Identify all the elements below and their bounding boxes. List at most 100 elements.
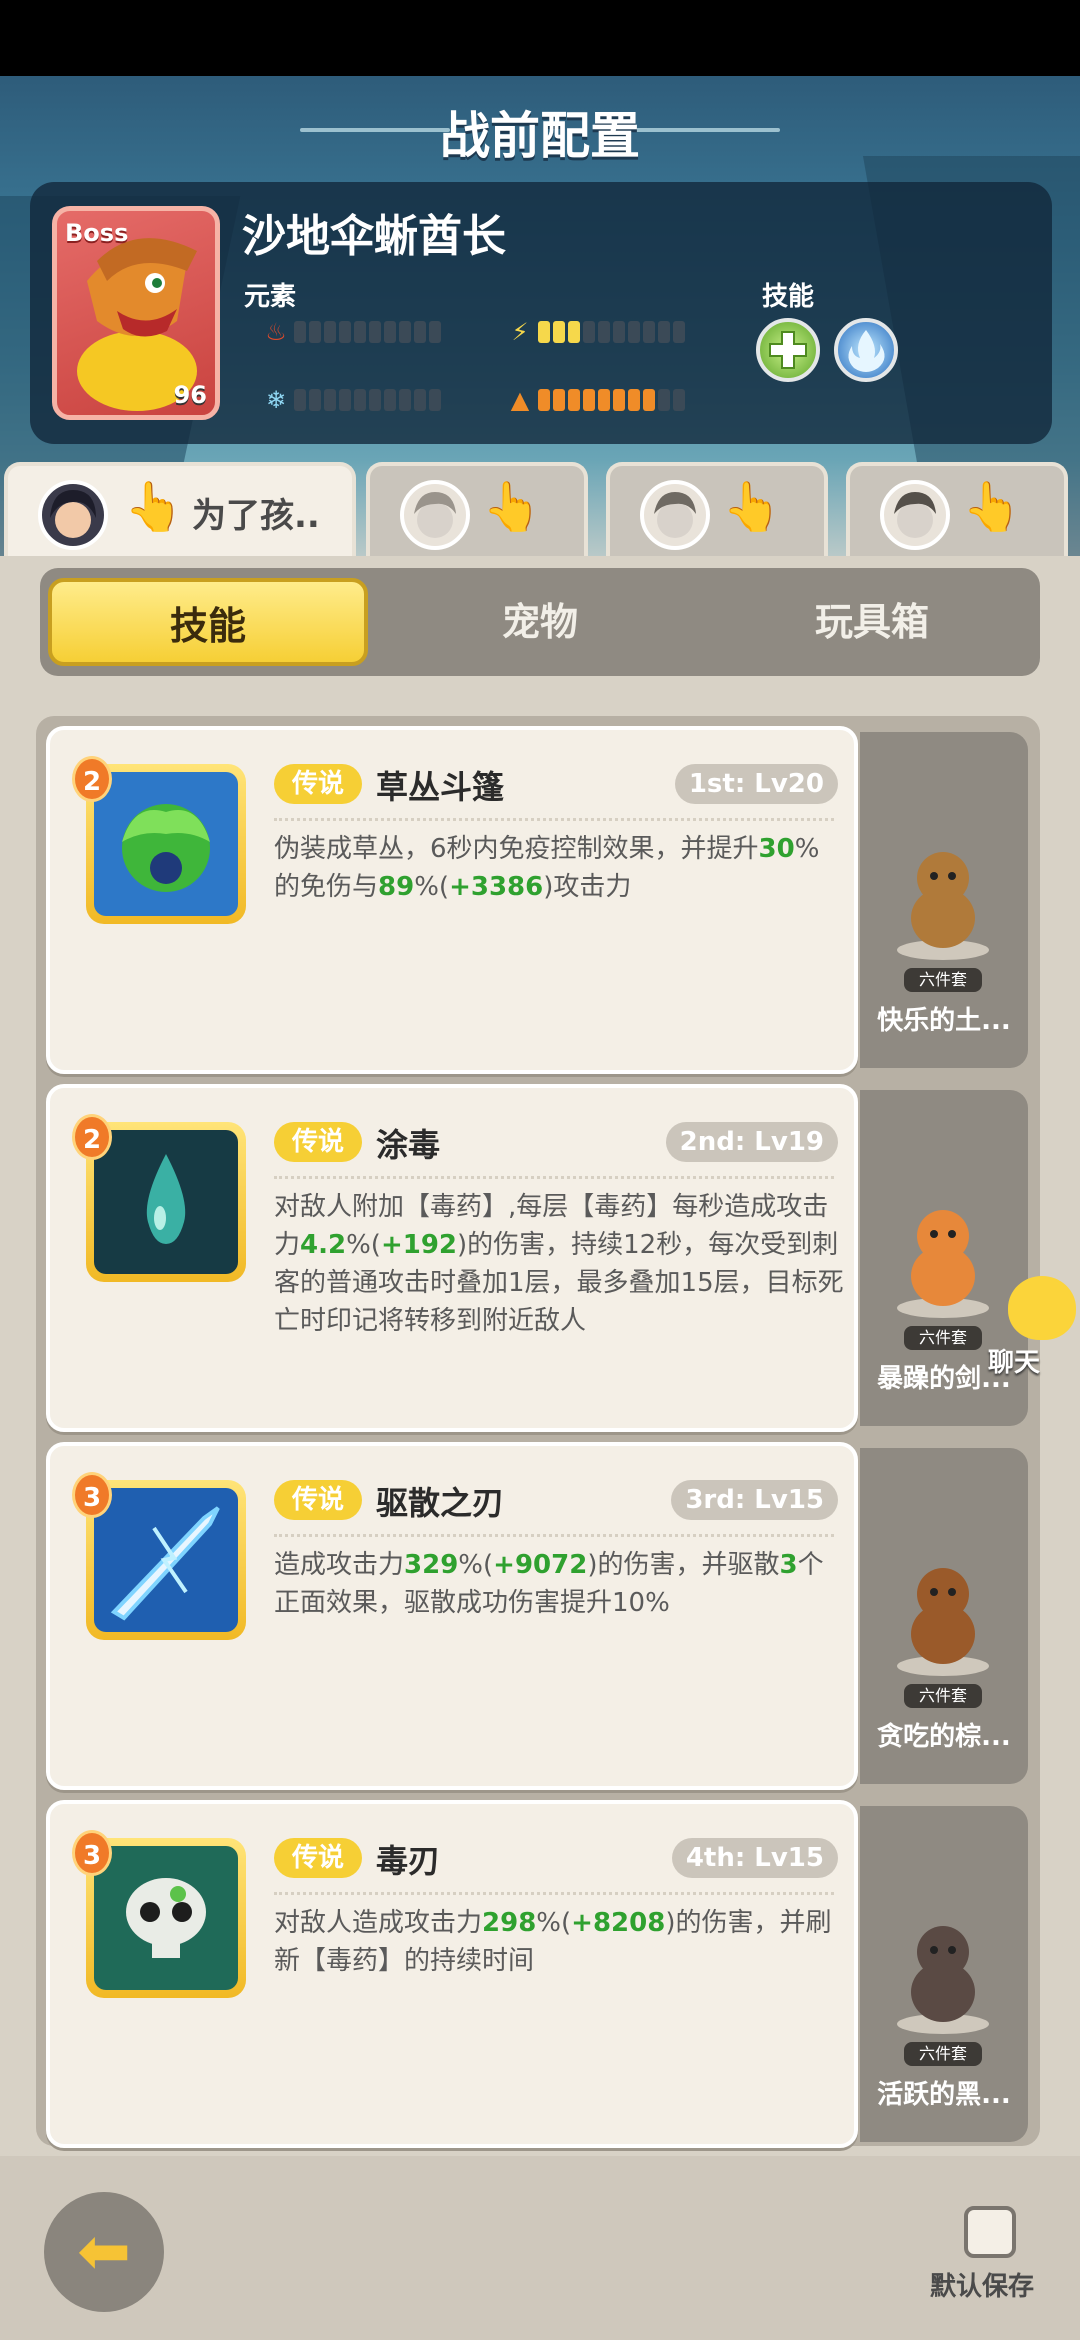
divider: [274, 1892, 834, 1895]
fire-element-bar: [294, 318, 441, 346]
tab-skills[interactable]: 技能: [48, 578, 368, 666]
element-bar-segment: [384, 321, 396, 343]
element-bar-segment: [354, 321, 366, 343]
tab-toybox[interactable]: 玩具箱: [712, 578, 1032, 666]
description-text: %(: [346, 1230, 381, 1260]
element-bar-segment: [673, 321, 685, 343]
chat-bubble-icon: [1008, 1276, 1076, 1340]
default-save-checkbox[interactable]: [964, 2206, 1016, 2258]
skill-rank-badge: 3: [72, 1830, 112, 1876]
skill-icon: [94, 1488, 238, 1632]
element-bar-segment: [613, 321, 625, 343]
tap-hand-icon: 👆: [124, 479, 184, 535]
description-text: %(: [536, 1908, 572, 1938]
pet-slot[interactable]: 六件套 快乐的土...: [860, 732, 1028, 1068]
skill-card[interactable]: 3 传说 驱散之刃 3rd: Lv15 造成攻击力329%(+9072)的伤害，并驱散3…: [46, 1442, 858, 1790]
hero-avatar-4: [880, 480, 950, 550]
pet-name: 活跃的黑...: [877, 2080, 1011, 2110]
skill-card[interactable]: 2 传说 草丛斗篷 1st: Lv20 伪装成草丛，6秒内免疫控制效果，并提升30%的免…: [46, 726, 858, 1074]
pet-set-tag: 六件套: [904, 2042, 982, 2066]
element-bar-segment: [583, 389, 595, 411]
element-bar-segment: [538, 389, 550, 411]
pet-figure-icon: [888, 832, 998, 962]
element-bar-segment: [553, 389, 565, 411]
skill-description: 对敌人造成攻击力298%(+8208)的伤害，并刷新【毒药】的持续时间: [274, 1904, 844, 1980]
highlight-value: 3: [779, 1550, 798, 1580]
element-bar-segment: [399, 321, 411, 343]
highlight-value: +3386: [449, 872, 544, 902]
tap-hand-icon: 👆: [962, 479, 1022, 535]
ice-element-bar: [294, 386, 441, 414]
skill-rank-badge: 3: [72, 1472, 112, 1518]
boss-level: 96: [173, 381, 207, 409]
hero-avatar-1: [38, 480, 108, 550]
earth-element-bar: [538, 386, 685, 414]
element-bar-segment: [658, 321, 670, 343]
back-arrow-icon: ⬅: [77, 2215, 131, 2289]
pet-name: 贪吃的棕...: [877, 1722, 1011, 1752]
highlight-value: 329: [404, 1550, 459, 1580]
lightning-icon: ⚡: [511, 318, 529, 346]
back-button[interactable]: ⬅: [44, 2192, 164, 2312]
skill-card[interactable]: 2 传说 涂毒 2nd: Lv19 对敌人附加【毒药】,每层【毒药】每秒造成攻击力4.2…: [46, 1084, 858, 1432]
description-text: 伪装成草丛，6秒内免疫控制效果，并提升: [274, 834, 759, 864]
element-bar-segment: [294, 389, 306, 411]
pet-slot[interactable]: 六件套活跃的黑...: [860, 1806, 1028, 2142]
hero-tab-2[interactable]: 👆: [366, 462, 588, 558]
pet-figure-icon: [888, 1906, 998, 2036]
pet-figure-icon: [888, 1548, 998, 1678]
element-bar-segment: [658, 389, 670, 411]
hero-avatar-2: [400, 480, 470, 550]
element-bar-segment: [369, 321, 381, 343]
description-text: )攻击力: [543, 872, 632, 902]
element-bar-segment: [324, 321, 336, 343]
skill-card[interactable]: 3 传说 毒刃 4th: Lv15 对敌人造成攻击力298%(+8208)的伤害，并刷新…: [46, 1800, 858, 2148]
element-bar-segment: [429, 389, 441, 411]
heal-cross-icon[interactable]: [756, 318, 820, 382]
hero-avatar-3: [640, 480, 710, 550]
element-bar-segment: [369, 389, 381, 411]
element-bar-segment: [339, 321, 351, 343]
skill-level: 1st: Lv20: [674, 764, 838, 804]
element-bar-segment: [309, 321, 321, 343]
skill-icon: [94, 1130, 238, 1274]
element-bar-segment: [598, 321, 610, 343]
element-bar-segment: [628, 321, 640, 343]
blue-flame-icon[interactable]: [834, 318, 898, 382]
element-bar-segment: [414, 389, 426, 411]
pet-name: 快乐的土...: [877, 1006, 1011, 1036]
tap-hand-icon: 👆: [482, 479, 542, 535]
element-bar-segment: [568, 389, 580, 411]
hero-tab-3[interactable]: 👆: [606, 462, 828, 558]
element-bar-segment: [553, 321, 565, 343]
boss-name: 沙地伞蜥酋长: [242, 211, 506, 262]
skill-rank-badge: 2: [72, 1114, 112, 1160]
description-text: %(: [414, 872, 450, 902]
element-bar-segment: [568, 321, 580, 343]
skill-level: 4th: Lv15: [671, 1838, 838, 1878]
divider: [274, 1534, 834, 1537]
pet-slot[interactable]: 六件套 贪吃的棕...: [860, 1448, 1028, 1784]
skill-name: 草丛斗篷: [376, 768, 505, 806]
hero-tab-4[interactable]: 👆: [846, 462, 1068, 558]
description-text: 对敌人造成攻击力: [274, 1908, 483, 1938]
tab-pets[interactable]: 宠物: [380, 578, 700, 666]
element-bar-segment: [414, 321, 426, 343]
description-text: 造成攻击力: [274, 1550, 405, 1580]
skill-icon: [94, 1846, 238, 1990]
skill-level: 3rd: Lv15: [671, 1480, 838, 1520]
boss-portrait[interactable]: Boss 96: [52, 206, 220, 420]
skill-description: 对敌人附加【毒药】,每层【毒药】每秒造成攻击力4.2%(+192)的伤害，持续1…: [274, 1188, 844, 1340]
element-bar-segment: [643, 389, 655, 411]
element-label: 元素: [244, 282, 297, 312]
highlight-value: 89: [378, 872, 415, 902]
default-save-label: 默认保存: [930, 2272, 1035, 2302]
element-bar-segment: [583, 321, 595, 343]
earth-icon: ▲: [510, 386, 530, 414]
page-title: 战前配置: [440, 107, 640, 165]
legendary-badge: 传说: [274, 1480, 362, 1520]
highlight-value: 4.2: [300, 1230, 347, 1260]
status-bar: [0, 0, 1080, 76]
element-bar-segment: [429, 321, 441, 343]
chat-label: 聊天: [988, 1348, 1041, 1378]
